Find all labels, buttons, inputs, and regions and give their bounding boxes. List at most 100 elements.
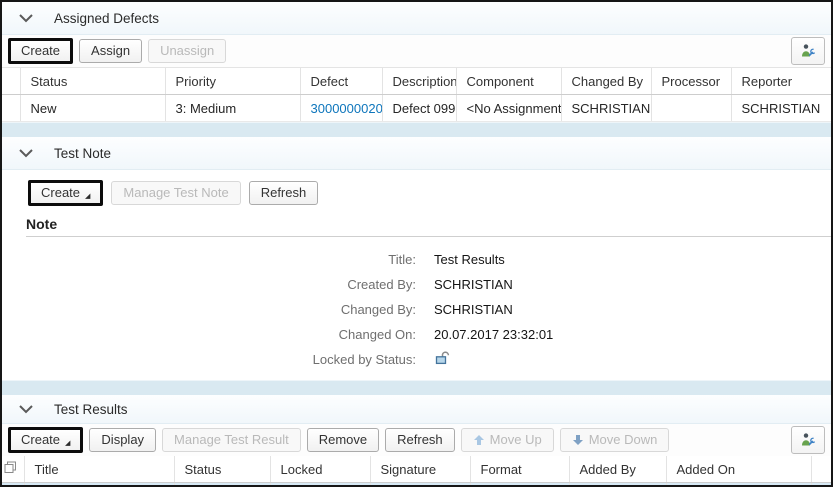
refresh-test-note-label: Refresh	[261, 185, 307, 201]
row-selector-header	[2, 68, 20, 95]
field-locked-by-status: Locked by Status:	[28, 347, 831, 372]
chevron-down-icon[interactable]	[18, 145, 34, 161]
field-title: Title: Test Results	[28, 247, 831, 272]
remove-label: Remove	[319, 432, 367, 448]
col-status[interactable]: Status	[20, 68, 165, 95]
col-format[interactable]: Format	[470, 456, 569, 483]
defect-row[interactable]: New 3: Medium 3000000020 Defect 099 <No …	[2, 95, 831, 122]
field-changed-on: Changed On: 20.07.2017 23:32:01	[28, 322, 831, 347]
assign-defect-label: Assign	[91, 43, 130, 59]
remove-test-result-button[interactable]: Remove	[307, 428, 379, 452]
field-created-by: Created By: SCHRISTIAN	[28, 272, 831, 297]
person-wrench-icon	[800, 432, 816, 448]
defect-reporter: SCHRISTIAN	[731, 95, 831, 122]
manage-test-note-button: Manage Test Note	[111, 181, 240, 205]
col-added-on[interactable]: Added On	[666, 456, 811, 483]
move-down-button: Move Down	[560, 428, 670, 452]
col-description[interactable]: Description	[382, 68, 456, 95]
display-test-result-button[interactable]: Display	[89, 428, 156, 452]
menu-triangle-icon: ◢	[85, 194, 90, 200]
field-changed-by: Changed By: SCHRISTIAN	[28, 297, 831, 322]
test-result-status: In Progress	[174, 483, 270, 487]
unassign-defect-label: Unassign	[160, 43, 214, 59]
test-result-signature	[370, 483, 470, 487]
test-result-title-link[interactable]: Test Results	[24, 483, 174, 487]
manage-test-result-label: Manage Test Result	[174, 432, 289, 448]
section-title-test-note: Test Note	[54, 146, 111, 161]
col-component[interactable]: Component	[456, 68, 561, 95]
defect-description: Defect 099	[382, 95, 456, 122]
manage-test-note-label: Manage Test Note	[123, 185, 228, 201]
defect-priority: 3: Medium	[165, 95, 300, 122]
row-selector-cell[interactable]	[2, 95, 20, 122]
scrollbar-header-cell	[811, 456, 831, 483]
arrow-up-icon	[473, 434, 485, 446]
col-title[interactable]: Title	[24, 456, 174, 483]
chevron-down-icon[interactable]	[18, 401, 34, 417]
refresh-label: Refresh	[397, 432, 443, 448]
unlocked-icon	[270, 483, 370, 487]
col-changed-by[interactable]: Changed By	[561, 68, 651, 95]
unlocked-icon	[434, 350, 451, 369]
chevron-down-icon[interactable]	[18, 10, 34, 26]
defect-processor	[651, 95, 731, 122]
note-heading: Note	[26, 216, 831, 232]
col-defect[interactable]: Defect	[300, 68, 382, 95]
manage-test-result-button: Manage Test Result	[162, 428, 301, 452]
move-up-label: Move Up	[490, 432, 542, 448]
assigned-defects-toolbar: Create Assign Unassign	[2, 35, 831, 68]
copy-icon[interactable]	[2, 456, 24, 483]
col-signature[interactable]: Signature	[370, 456, 470, 483]
create-test-result-button[interactable]: Create ◢	[8, 427, 83, 453]
arrow-down-icon	[572, 434, 584, 446]
person-wrench-icon	[800, 43, 816, 59]
section-title-test-results: Test Results	[54, 402, 128, 417]
field-title-value: Test Results	[434, 252, 505, 267]
test-note-header: Test Note	[2, 137, 831, 170]
refresh-test-results-button[interactable]: Refresh	[385, 428, 455, 452]
create-defect-button[interactable]: Create	[8, 38, 73, 64]
field-created-by-value: SCHRISTIAN	[434, 277, 513, 292]
col-added-by[interactable]: Added By	[569, 456, 666, 483]
menu-triangle-icon: ◢	[65, 441, 70, 447]
assigned-defects-table: Status Priority Defect Description Compo…	[2, 68, 831, 122]
test-note-content: Create ◢ Manage Test Note Refresh Note T…	[2, 170, 831, 380]
col-reporter[interactable]: Reporter	[731, 68, 831, 95]
col-processor[interactable]: Processor	[651, 68, 731, 95]
field-changed-by-value: SCHRISTIAN	[434, 302, 513, 317]
unassign-defect-button: Unassign	[148, 39, 226, 63]
test-result-row[interactable]: Test Results In Progress doc SCHRISTIAN …	[2, 483, 831, 487]
test-execution-panel: Assigned Defects Create Assign Unassign	[0, 0, 833, 487]
test-results-header-row: Title Status Locked Signature Format Add…	[2, 456, 831, 483]
assigned-defects-header: Assigned Defects	[2, 2, 831, 35]
test-results-table: Title Status Locked Signature Format Add…	[2, 456, 831, 487]
test-result-added-by: SCHRISTIAN	[569, 483, 666, 487]
row-selector-cell-selected[interactable]	[2, 483, 24, 487]
defect-number-link[interactable]: 3000000020	[300, 95, 382, 122]
section-divider	[2, 122, 831, 137]
create-defect-label: Create	[21, 43, 60, 59]
scroll-up-button[interactable]	[811, 483, 831, 487]
field-changed-by-label: Changed By:	[28, 302, 434, 317]
col-locked[interactable]: Locked	[270, 456, 370, 483]
assigned-defects-header-row: Status Priority Defect Description Compo…	[2, 68, 831, 95]
assign-defect-button[interactable]: Assign	[79, 39, 142, 63]
create-test-result-label: Create	[21, 432, 60, 448]
col-status[interactable]: Status	[174, 456, 270, 483]
create-test-note-button[interactable]: Create ◢	[28, 180, 103, 206]
create-test-note-label: Create	[41, 185, 80, 201]
display-label: Display	[101, 432, 144, 448]
field-locked-by-status-label: Locked by Status:	[28, 352, 434, 367]
section-divider	[2, 380, 831, 395]
field-changed-on-value: 20.07.2017 23:32:01	[434, 327, 553, 342]
col-priority[interactable]: Priority	[165, 68, 300, 95]
defect-changed-by: SCHRISTIAN	[561, 95, 651, 122]
personalize-button[interactable]	[791, 37, 825, 65]
field-created-by-label: Created By:	[28, 277, 434, 292]
refresh-test-note-button[interactable]: Refresh	[249, 181, 319, 205]
defect-status: New	[20, 95, 165, 122]
move-up-button: Move Up	[461, 428, 554, 452]
test-result-added-on: 20.07.2017 23:32:47	[666, 483, 811, 487]
test-results-header: Test Results	[2, 395, 831, 424]
personalize-button[interactable]	[791, 426, 825, 454]
